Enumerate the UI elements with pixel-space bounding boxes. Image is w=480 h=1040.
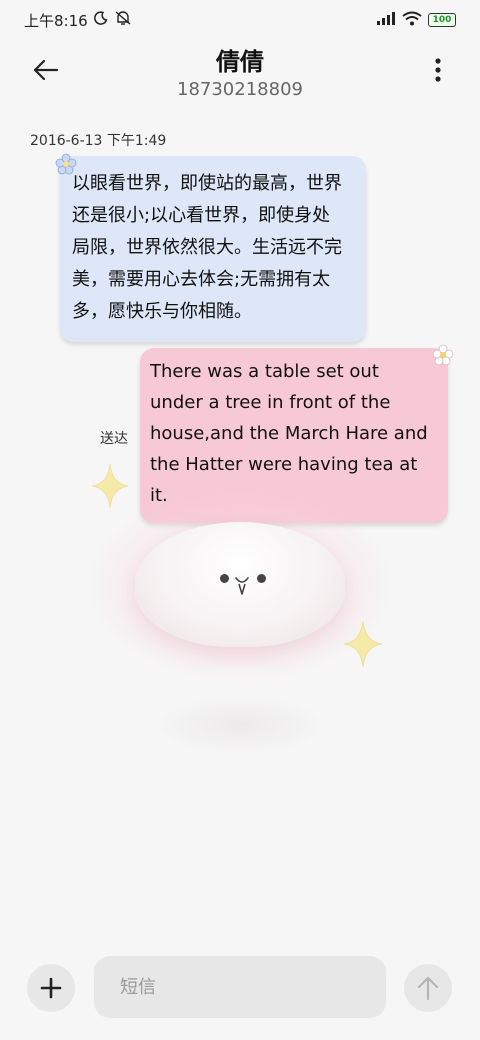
- message-input[interactable]: [94, 956, 386, 1018]
- battery-icon: 100: [428, 13, 456, 27]
- sparkle-icon: [92, 464, 128, 508]
- title-block: 倩倩 18730218809: [0, 40, 480, 100]
- contact-name: 倩倩: [216, 48, 264, 76]
- moon-icon: [93, 11, 108, 29]
- message-line: under a tree in front of the: [150, 392, 391, 413]
- mochi-mouth: [235, 577, 249, 595]
- status-bar: 上午8:16 100: [0, 0, 480, 40]
- plus-icon: [40, 977, 62, 999]
- conversation-header: 倩倩 18730218809: [0, 40, 480, 100]
- more-options-button[interactable]: [426, 54, 450, 86]
- wifi-icon: [402, 11, 422, 30]
- composer-bar: [0, 950, 480, 1026]
- message-line: 以眼看世界，即使站的最高，世界: [72, 173, 342, 194]
- signal-icon: [376, 11, 396, 29]
- message-line: house,and the March Hare and: [150, 423, 428, 444]
- status-time: 上午8:16: [24, 11, 88, 30]
- sparkle-icon: [344, 620, 382, 668]
- message-timestamp: 2016-6-13 下午1:49: [30, 133, 167, 149]
- message-line: 还是很小;以心看世界，即使身处: [72, 205, 331, 226]
- mochi-eye: [220, 574, 229, 583]
- message-line: 局限，世界依然很大。生活远不完: [72, 237, 342, 258]
- send-arrow-icon: [417, 976, 439, 1001]
- message-line: 多，愿快乐与你相随。: [72, 301, 252, 322]
- more-vertical-icon: [435, 58, 441, 82]
- mochi-reflection: [155, 695, 325, 755]
- contact-number: 18730218809: [177, 79, 303, 100]
- flower-sticker-icon: [432, 344, 454, 366]
- flower-sticker-icon: [55, 153, 77, 175]
- mute-icon: [114, 10, 132, 30]
- delivery-status: 送达: [100, 431, 128, 447]
- mochi-eye: [257, 574, 266, 583]
- mochi-character: [135, 522, 345, 647]
- status-right: 100: [376, 11, 456, 30]
- status-left: 上午8:16: [24, 10, 132, 31]
- message-line: There was a table set out: [150, 361, 379, 382]
- message-line: 美，需要用心去体会;无需拥有太: [72, 269, 331, 290]
- incoming-message-bubble[interactable]: 以眼看世界，即使站的最高，世界 还是很小;以心看世界，即使身处 局限，世界依然很…: [60, 156, 366, 342]
- add-attachment-button[interactable]: [27, 964, 75, 1012]
- send-button[interactable]: [404, 964, 452, 1012]
